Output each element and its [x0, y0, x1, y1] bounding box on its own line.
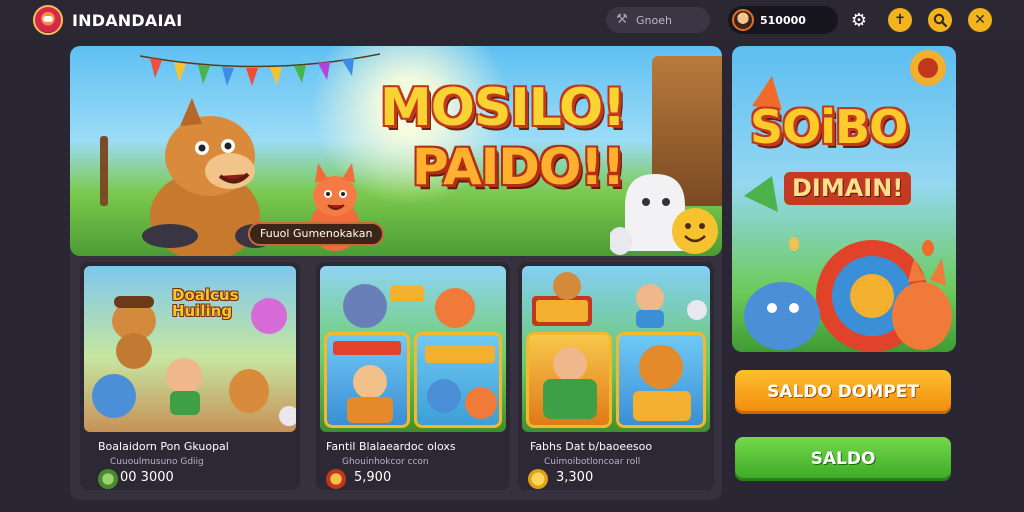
coin-icon: [326, 469, 346, 489]
card-title: Boalaidorn Pon Gkuopal: [98, 440, 229, 453]
wrench-icon: ⚒: [616, 12, 628, 27]
wallet-balance-button[interactable]: SALDO DOMPET: [735, 370, 951, 414]
tile-banner: [425, 345, 495, 363]
bunting-decoration: [140, 53, 380, 86]
game-card[interactable]: Fabhs Dat b/baoeesoo Cuimoibotloncoar ro…: [518, 262, 714, 490]
close-icon[interactable]: ✕: [968, 8, 992, 32]
card-subtitle: Ghouinhokcor ccon: [342, 457, 429, 467]
palm-tree: [100, 136, 108, 206]
app-title: INDANDAIAI: [72, 11, 183, 30]
smiley-ball: [672, 208, 718, 254]
balance-amount: 510000: [760, 13, 806, 27]
tile-banner: [333, 341, 401, 355]
card-title: Fantil Blalaeardoc oloxs: [326, 440, 456, 453]
game-card[interactable]: Doalcus Huiling Boalaidorn Pon Gkuopal C…: [80, 262, 300, 490]
magnifier-glyph: [933, 13, 947, 27]
search-icon[interactable]: [928, 8, 952, 32]
tile-character: [465, 387, 497, 419]
card-stat: 5,900: [354, 470, 392, 485]
tile-character: [639, 345, 683, 389]
card-stat: 00 3000: [120, 470, 174, 485]
tile-character: [353, 365, 387, 399]
card-title: Fabhs Dat b/baoeesoo: [530, 440, 653, 453]
mini-game-tile[interactable]: [526, 332, 612, 428]
hero-title-line1: MOSILO!: [380, 78, 626, 138]
coin-icon: [98, 469, 118, 489]
tile-character-body: [543, 379, 597, 419]
mini-game-tile[interactable]: [324, 332, 410, 428]
search-label: Gnoeh: [636, 13, 672, 27]
game-card-art[interactable]: [522, 266, 710, 432]
hero-title-line2: PAIDO!!: [412, 138, 625, 196]
avatar[interactable]: [732, 9, 754, 31]
cross-icon[interactable]: ✝: [888, 8, 912, 32]
tile-character: [553, 347, 587, 381]
balance-display[interactable]: 510000: [728, 6, 838, 34]
balance-button[interactable]: SALDO: [735, 437, 951, 481]
card-characters: [92, 296, 296, 426]
tile-character: [427, 379, 461, 413]
game-card-art[interactable]: Doalcus Huiling: [84, 266, 296, 432]
promo-title-line1: SOiBO: [750, 100, 908, 154]
mini-game-tile[interactable]: [414, 332, 502, 428]
gear-icon[interactable]: ⚙: [847, 8, 871, 32]
card-subtitle: Cuimoibotloncoar roll: [544, 457, 641, 467]
game-card-art[interactable]: [320, 266, 506, 432]
card-subtitle: Cuuoulmusuno Gdiig: [110, 457, 204, 467]
hero-caption[interactable]: Fuuol Gumenokakan: [248, 222, 385, 246]
mini-game-tile[interactable]: [616, 332, 706, 428]
coin-icon: [528, 469, 548, 489]
game-card[interactable]: Fantil Blalaeardoc oloxs Ghouinhokcor cc…: [316, 262, 510, 490]
app-logo[interactable]: [33, 5, 63, 35]
promo-title-line2: DIMAIN!: [784, 172, 912, 205]
card-stat: 3,300: [556, 470, 594, 485]
tile-banner: [633, 391, 691, 421]
tile-character-body: [347, 397, 393, 423]
top-bar: INDANDAIAI ⚒ Gnoeh 510000 ⚙ ✝ ✕: [0, 0, 1024, 40]
search-box[interactable]: ⚒ Gnoeh: [606, 7, 710, 33]
